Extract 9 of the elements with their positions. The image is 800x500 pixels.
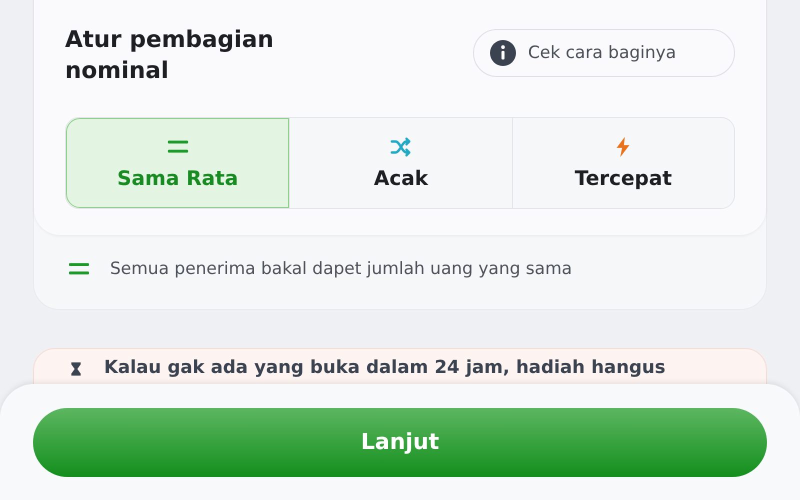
hint-text: Semua penerima bakal dapet jumlah uang yang sama xyxy=(110,259,572,280)
split-option[interactable]: Tercepat xyxy=(512,118,734,208)
split-option[interactable]: Acak xyxy=(289,118,512,208)
split-option[interactable]: Sama Rata xyxy=(66,118,290,208)
shuffle-icon xyxy=(388,136,413,158)
section-title: Atur pembagian nominal xyxy=(65,26,275,86)
help-button[interactable]: Cek cara baginya xyxy=(473,29,735,77)
warning-text: Kalau gak ada yang buka dalam 24 jam, hadiah hangus xyxy=(104,357,666,378)
info-icon xyxy=(490,40,516,66)
